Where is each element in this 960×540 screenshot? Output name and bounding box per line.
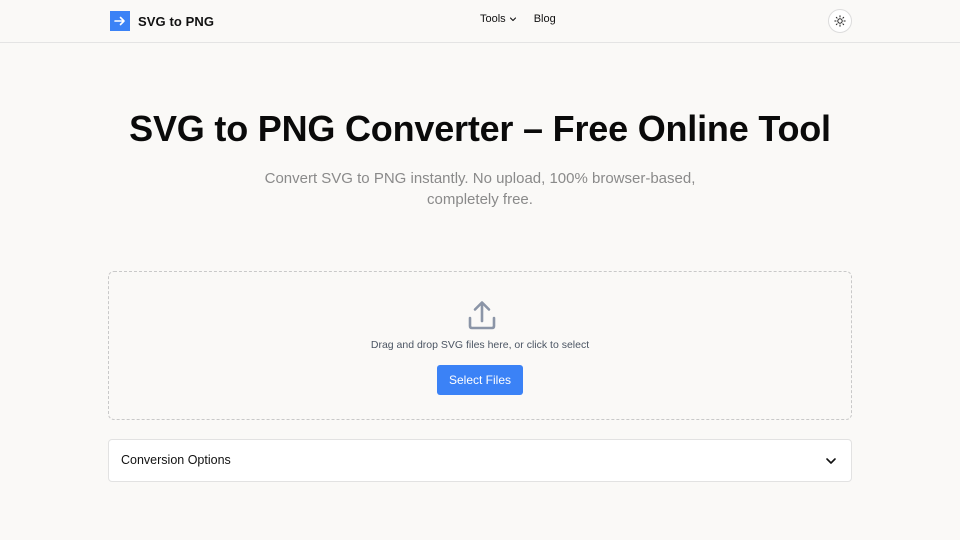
brand-name: SVG to PNG <box>138 13 215 29</box>
dropzone-text: Drag and drop SVG files here, or click t… <box>370 339 590 351</box>
upload-icon <box>468 301 496 330</box>
conversion-options-accordion[interactable]: Conversion Options <box>108 439 852 482</box>
nav-item-label: Tools <box>480 13 506 25</box>
conversion-options-label: Conversion Options <box>121 453 231 467</box>
brand-link[interactable]: SVG to PNG <box>110 11 214 31</box>
file-dropzone[interactable]: Drag and drop SVG files here, or click t… <box>108 271 852 420</box>
main-nav: Tools Blog <box>480 13 556 25</box>
page-subtitle: Convert SVG to PNG instantly. No upload,… <box>264 170 696 208</box>
chevron-down-icon <box>509 17 516 22</box>
nav-item-label: Blog <box>533 13 556 25</box>
arrow-right-icon <box>110 11 130 31</box>
top-header: SVG to PNG Tools Blog <box>0 0 960 43</box>
sun-icon <box>834 15 846 27</box>
page-title: SVG to PNG Converter – Free Online Tool <box>129 108 831 149</box>
select-files-button[interactable]: Select Files <box>437 365 523 395</box>
nav-item-blog[interactable]: Blog <box>534 13 556 25</box>
theme-toggle-button[interactable] <box>828 9 852 33</box>
chevron-down-icon <box>826 458 836 464</box>
nav-item-tools[interactable]: Tools <box>480 13 517 25</box>
